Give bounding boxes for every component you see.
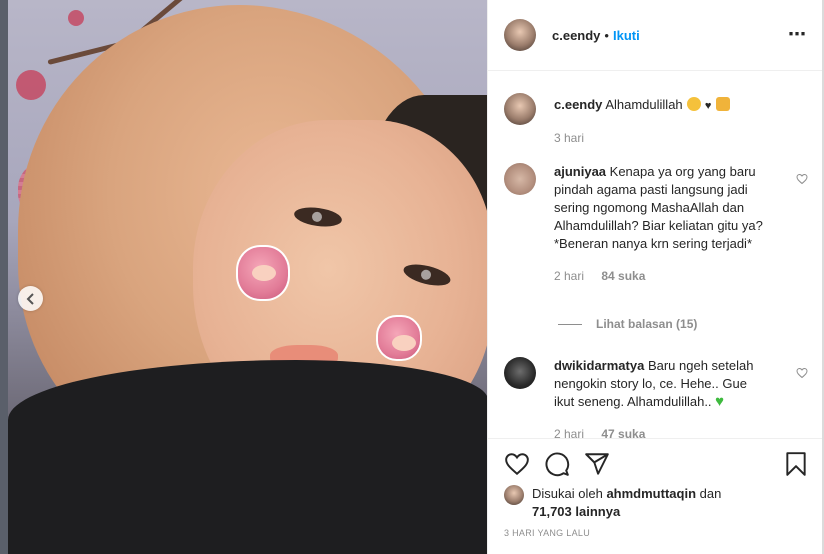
comment-likes[interactable]: 84 suka: [601, 269, 645, 283]
comment-body: dwikidarmatya Baru ngeh setelah nengokin…: [554, 357, 769, 438]
view-replies-button[interactable]: Lihat balasan (15): [558, 317, 697, 331]
commenter-avatar[interactable]: [504, 357, 536, 389]
liked-by: Disukai oleh ahmdmuttaqin dan 71,703 lai…: [504, 485, 804, 521]
post-photo[interactable]: [8, 0, 487, 554]
share-icon[interactable]: [584, 451, 610, 477]
replies-line: [558, 323, 582, 325]
likes-count-link[interactable]: 71,703 lainnya: [532, 504, 620, 519]
view-replies-label: Lihat balasan (15): [596, 317, 698, 331]
caption-avatar[interactable]: [504, 93, 536, 125]
bookmark-icon[interactable]: [783, 451, 809, 477]
liked-by-user[interactable]: ahmdmuttaqin: [606, 486, 696, 501]
wall-blossom: [16, 70, 46, 100]
comment-row: dwikidarmatya Baru ngeh setelah nengokin…: [504, 357, 808, 438]
header-separator: •: [604, 27, 609, 43]
heart-icon[interactable]: [504, 451, 530, 477]
liked-by-text: Disukai oleh ahmdmuttaqin dan 71,703 lai…: [532, 485, 721, 521]
shirt: [8, 360, 487, 554]
background-strip: [0, 0, 8, 554]
chevron-left-icon: [26, 292, 34, 305]
green-heart-emoji-icon: ♥: [715, 393, 725, 410]
post-header: c.eendy • Ikuti ⋯: [488, 0, 823, 71]
comment-icon[interactable]: [544, 451, 570, 477]
author-username[interactable]: c.eendy: [552, 28, 600, 43]
caption-text: Alhamdulillah: [605, 97, 683, 112]
carousel-prev-button[interactable]: [18, 286, 43, 311]
instagram-post-view: c.eendy • Ikuti ⋯ c.eendy Alhamdulillah …: [0, 0, 824, 554]
comment-body: ajuniyaa Kenapa ya org yang baru pindah …: [554, 163, 769, 285]
comment-age[interactable]: 2 hari: [554, 427, 584, 438]
more-options-icon[interactable]: ⋯: [788, 24, 807, 45]
heart-icon[interactable]: [796, 367, 808, 379]
liked-by-prefix: Disukai oleh: [532, 486, 603, 501]
bear-sticker: [376, 315, 422, 361]
comment-age[interactable]: 2 hari: [554, 269, 584, 283]
comment-username[interactable]: dwikidarmatya: [554, 358, 644, 373]
wall-blossom: [68, 10, 84, 26]
comment-likes[interactable]: 47 suka: [601, 427, 645, 438]
post-side-panel: c.eendy • Ikuti ⋯ c.eendy Alhamdulillah …: [487, 0, 823, 554]
caption-meta: 3 hari: [554, 129, 769, 147]
comment-meta: 2 hari 84 suka: [554, 267, 769, 285]
praying-hands-emoji-icon: [716, 97, 731, 111]
heart-emoji-icon: ♥: [704, 100, 712, 112]
caption-age[interactable]: 3 hari: [554, 131, 584, 145]
post-actions: Disukai oleh ahmdmuttaqin dan 71,703 lai…: [488, 438, 823, 554]
comment-meta: 2 hari 47 suka: [554, 425, 769, 438]
post-timestamp[interactable]: 3 HARI YANG LALU: [504, 528, 590, 538]
commenter-avatar[interactable]: [504, 163, 536, 195]
bear-sticker: [236, 245, 290, 301]
heart-icon[interactable]: [796, 173, 808, 185]
liked-by-conj: dan: [699, 486, 722, 501]
liker-avatar[interactable]: [504, 485, 524, 505]
caption-username[interactable]: c.eendy: [554, 97, 602, 112]
caption-row: c.eendy Alhamdulillah ♥ 3 hari: [504, 93, 804, 147]
author-avatar[interactable]: [504, 19, 536, 51]
comment-row: ajuniyaa Kenapa ya org yang baru pindah …: [504, 163, 808, 285]
comment-username[interactable]: ajuniyaa: [554, 164, 606, 179]
comments-section[interactable]: c.eendy Alhamdulillah ♥ 3 hari ajuniyaa …: [488, 71, 823, 438]
smiling-face-emoji-icon: [687, 97, 702, 111]
follow-button[interactable]: Ikuti: [613, 28, 640, 43]
caption-body: c.eendy Alhamdulillah ♥ 3 hari: [554, 96, 769, 147]
